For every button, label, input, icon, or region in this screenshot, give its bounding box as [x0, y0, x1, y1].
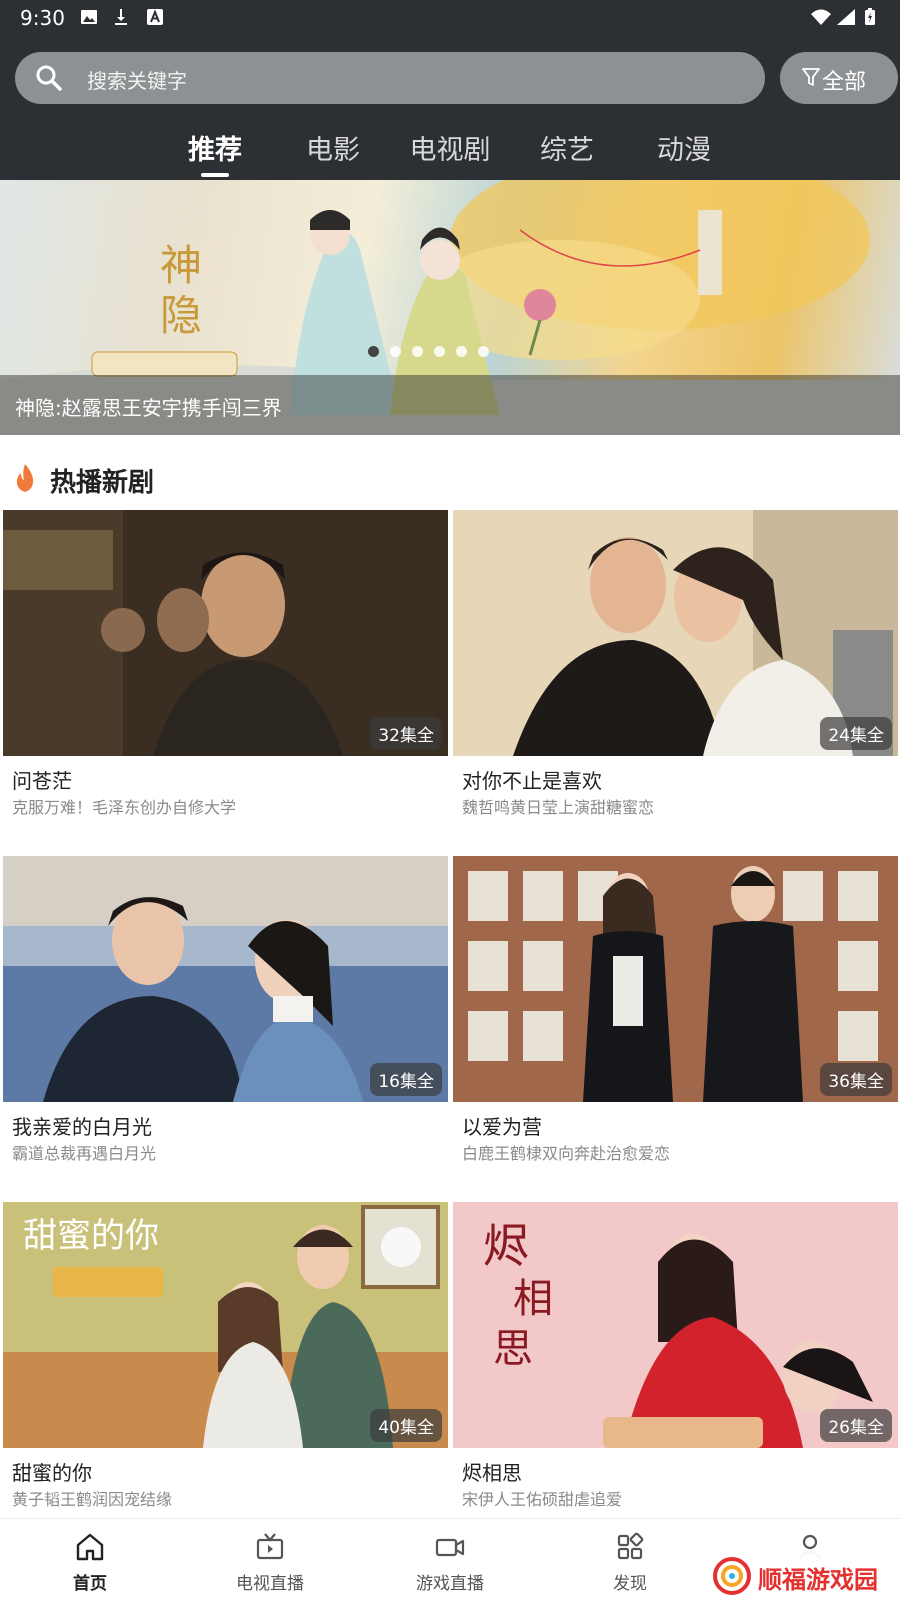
watermark-text: 顺福游戏园 — [758, 1566, 878, 1594]
status-bar: 9:30 — [0, 0, 900, 36]
banner-caption: 神隐:赵露思王安宇携手闯三界 — [15, 396, 282, 420]
svg-text:甜蜜的你: 甜蜜的你 — [23, 1216, 159, 1256]
carousel-dot[interactable] — [478, 346, 489, 357]
show-subtitle: 魏哲鸣黄日莹上演甜糖蜜恋 — [462, 798, 655, 817]
tab-variety[interactable]: 综艺 — [512, 128, 622, 167]
nav-home-label: 首页 — [73, 1574, 107, 1594]
episode-count-badge: 36集全 — [820, 1063, 892, 1096]
show-thumbnail: 16集全 — [3, 856, 448, 1102]
carousel-dot[interactable] — [456, 346, 467, 357]
watermark-logo-icon — [713, 1557, 751, 1595]
nav-discover-label: 发现 — [613, 1574, 647, 1594]
show-subtitle: 霸道总裁再遇白月光 — [12, 1144, 157, 1163]
carousel-dots — [368, 346, 508, 358]
show-subtitle: 白鹿王鹤棣双向奔赴治愈爱恋 — [462, 1144, 671, 1163]
status-time: 9:30 — [20, 6, 65, 30]
show-card[interactable]: 甜蜜的你 40集全 甜蜜的你 黄子韬王鹤润因宠结缘 — [3, 1202, 448, 1522]
episode-count-badge: 16集全 — [370, 1063, 442, 1096]
nav-tv-live-label: 电视直播 — [236, 1574, 304, 1594]
download-icon — [115, 9, 127, 25]
show-title: 我亲爱的白月光 — [12, 1115, 152, 1139]
episode-count-badge: 32集全 — [370, 717, 442, 750]
show-title: 甜蜜的你 — [12, 1461, 92, 1485]
svg-text:烬: 烬 — [483, 1219, 529, 1273]
show-title: 烬相思 — [462, 1461, 522, 1485]
tab-recommend[interactable]: 推荐 — [160, 128, 270, 167]
carousel-dot[interactable] — [412, 346, 423, 357]
carousel-dot[interactable] — [434, 346, 445, 357]
svg-text:隐: 隐 — [160, 291, 202, 340]
top-header: 9:30 搜索关键字 全部 推荐 电影 电视剧 综艺 动漫 — [0, 0, 900, 180]
episode-count-badge: 24集全 — [820, 717, 892, 750]
svg-text:相: 相 — [513, 1276, 553, 1322]
tv-icon — [256, 1533, 284, 1560]
nav-game-live-label: 游戏直播 — [416, 1574, 484, 1594]
show-card[interactable]: 32集全 问苍茫 克服万难！毛泽东创办自修大学 — [3, 510, 448, 830]
tab-anime[interactable]: 动漫 — [629, 128, 739, 167]
show-subtitle: 宋伊人王佑硕甜虐追爱 — [462, 1490, 623, 1509]
image-icon — [81, 10, 97, 24]
show-thumbnail: 甜蜜的你 40集全 — [3, 1202, 448, 1448]
show-card[interactable]: 16集全 我亲爱的白月光 霸道总裁再遇白月光 — [3, 856, 448, 1176]
show-title: 问苍茫 — [12, 769, 72, 793]
category-tabs: 推荐 电影 电视剧 综艺 动漫 — [0, 128, 900, 180]
show-title: 对你不止是喜欢 — [462, 769, 602, 793]
show-title: 以爱为营 — [462, 1115, 542, 1139]
episode-count-badge: 40集全 — [370, 1409, 442, 1442]
show-subtitle: 黄子韬王鹤润因宠结缘 — [12, 1490, 173, 1509]
show-thumbnail: 24集全 — [453, 510, 898, 756]
active-tab-indicator — [201, 173, 229, 177]
tab-tv-series[interactable]: 电视剧 — [395, 128, 505, 167]
svg-text:神: 神 — [160, 241, 202, 290]
show-card[interactable]: 24集全 对你不止是喜欢 魏哲鸣黄日莹上演甜糖蜜恋 — [453, 510, 898, 830]
nav-home[interactable]: 首页 — [0, 1519, 180, 1600]
grid-icon — [617, 1532, 644, 1560]
carousel-dot[interactable] — [390, 346, 401, 357]
svg-text:思: 思 — [493, 1326, 533, 1372]
show-thumbnail: 32集全 — [3, 510, 448, 756]
font-app-icon — [147, 9, 163, 25]
search-icon — [36, 65, 62, 91]
watermark: 顺福游戏园 — [700, 1550, 900, 1600]
nav-game-live[interactable]: 游戏直播 — [360, 1519, 540, 1600]
section-header: 热播新剧 — [0, 455, 900, 499]
tab-movies[interactable]: 电影 — [278, 128, 388, 167]
battery-icon — [865, 8, 875, 25]
video-camera-icon — [435, 1538, 465, 1557]
show-subtitle: 克服万难！毛泽东创办自修大学 — [12, 798, 237, 817]
show-card[interactable]: 烬 相 思 26集全 烬相思 宋伊人王佑硕甜虐追爱 — [453, 1202, 898, 1522]
episode-count-badge: 26集全 — [820, 1409, 892, 1442]
home-icon — [76, 1533, 104, 1561]
signal-icon — [837, 9, 855, 25]
show-card[interactable]: 36集全 以爱为营 白鹿王鹤棣双向奔赴治愈爱恋 — [453, 856, 898, 1176]
section-title: 热播新剧 — [50, 468, 155, 498]
filter-icon — [802, 68, 820, 86]
fire-icon — [16, 464, 34, 492]
carousel-dot[interactable] — [368, 346, 379, 357]
search-input[interactable]: 搜索关键字 — [15, 52, 765, 104]
banner-carousel[interactable]: 神 隐 神隐:赵露思王安宇携手闯三界 — [0, 180, 900, 435]
show-thumbnail: 烬 相 思 26集全 — [453, 1202, 898, 1448]
search-row: 搜索关键字 全部 — [0, 52, 900, 106]
nav-discover[interactable]: 发现 — [540, 1519, 720, 1600]
filter-button[interactable]: 全部 — [780, 52, 898, 104]
filter-label: 全部 — [822, 70, 867, 95]
wifi-icon — [811, 9, 831, 25]
show-thumbnail: 36集全 — [453, 856, 898, 1102]
search-placeholder: 搜索关键字 — [87, 69, 187, 93]
nav-tv-live[interactable]: 电视直播 — [180, 1519, 360, 1600]
